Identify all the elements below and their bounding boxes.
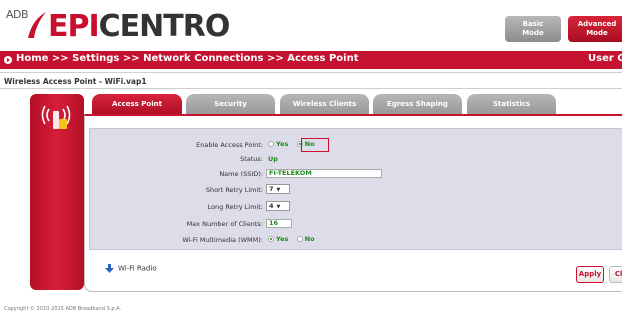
breadcrumb-arrow-icon [4,56,12,64]
close-button[interactable]: Clo [609,266,622,283]
divider [0,88,622,89]
epicentro-logo: ADB EPICENTRO [6,6,230,44]
brand-name: EPICENTRO [48,9,230,44]
status-label: Status: [240,155,263,163]
wmm-label: Wi-Fi Multimedia (WMM): [182,236,263,244]
page-title: Wireless Access Point - WiFi.vap1 [4,77,147,86]
basic-mode-button[interactable]: Basic Mode [505,16,561,42]
wifi-access-point-icon [41,105,71,129]
status-value: Up [268,155,278,163]
copyright-text: Copyright © 2010-2015 ADB Broadband S.p.… [4,306,122,312]
header: ADB EPICENTRO Basic Mode Advanced Mode [0,0,622,48]
breadcrumb-bar: Home >> Settings >> Network Connections … [0,51,622,69]
access-point-form [89,128,622,250]
wmm-no-radio[interactable] [296,236,303,242]
long-retry-label: Long Retry Limit: [207,203,263,211]
chevron-down-icon: ▼ [276,187,281,193]
chevron-down-icon: ▼ [276,204,281,210]
tab-access-point[interactable]: Access Point [92,94,182,114]
wmm-yes-radio[interactable] [268,236,274,242]
tab-wireless-clients[interactable]: Wireless Clients [280,94,369,114]
ssid-input[interactable]: FI-TELEKOM [266,169,382,178]
ssid-label: Name (SSID): [219,170,263,178]
divider [0,72,622,73]
advanced-mode-button[interactable]: Advanced Mode [568,16,622,42]
max-clients-label: Max Number of Clients: [186,220,263,228]
wifi-radio-link[interactable]: Wi-Fi Radio [105,264,157,273]
apply-button[interactable]: Apply [576,266,604,283]
short-retry-select[interactable]: 7 ▼ [266,184,290,194]
tab-egress-shaping[interactable]: Egress Shaping [373,94,462,114]
enable-ap-label: Enable Access Point: [196,141,263,149]
no-option-highlight [301,138,329,152]
adb-logo-text: ADB [6,8,29,21]
logo-swoosh-icon [28,12,46,38]
long-retry-select[interactable]: 4 ▼ [266,201,290,211]
enable-ap-yes-radio[interactable] [268,141,274,147]
breadcrumb[interactable]: Home >> Settings >> Network Connections … [16,53,359,64]
short-retry-label: Short Retry Limit: [205,186,263,194]
tab-security[interactable]: Security [186,94,275,114]
tab-statistics[interactable]: Statistics [467,94,556,114]
user-guide-link[interactable]: User Gu [588,53,622,64]
max-clients-input[interactable]: 16 [266,219,292,228]
arrow-down-icon [105,264,114,273]
wmm-radio-group: Yes No [268,235,321,243]
